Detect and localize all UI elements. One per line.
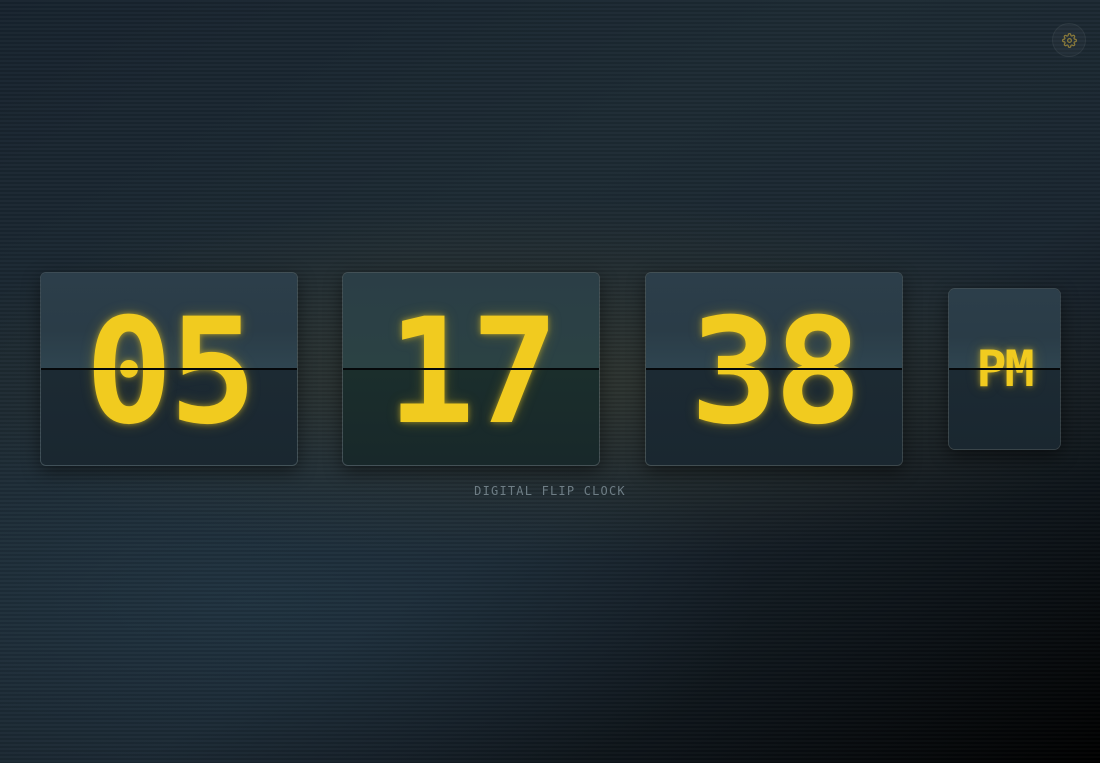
minutes-card: 17 [342, 272, 600, 466]
period-card: PM [948, 288, 1061, 450]
period-card-hinge [949, 368, 1060, 370]
settings-button[interactable] [1052, 23, 1086, 57]
hours-card: 05 [40, 272, 298, 466]
seconds-card: 38 [645, 272, 903, 466]
hours-card-hinge [41, 368, 297, 370]
seconds-card-hinge [646, 368, 902, 370]
minutes-card-hinge [343, 368, 599, 370]
clock-caption: DIGITAL FLIP CLOCK [474, 484, 626, 498]
gear-icon [1061, 32, 1077, 48]
